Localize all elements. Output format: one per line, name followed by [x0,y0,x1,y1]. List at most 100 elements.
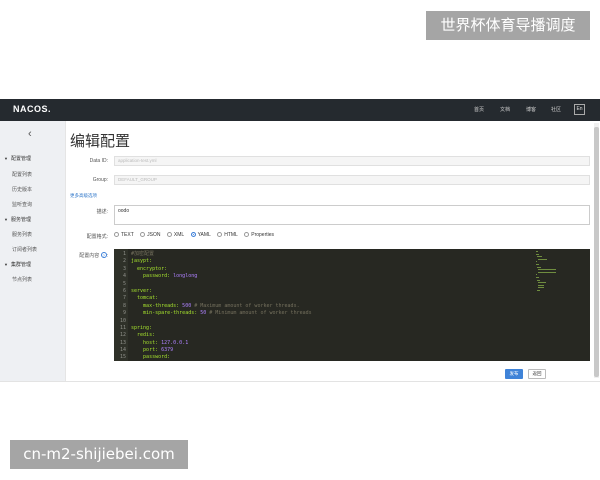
radio-label: XML [173,232,185,238]
sidebar-group-label: 服务管理 [10,217,31,223]
radio-circle-icon [217,232,223,237]
triangle-down-icon: ▼ [4,217,8,222]
group-field: DEFAULT_GROUP [114,175,590,185]
radio-circle-icon [166,232,172,237]
format-radio-group: TEXT JSON XML YAML HTML Properties [114,232,279,240]
token-key: host: [143,339,159,346]
sidebar-group-config[interactable]: ▼ 配置管理 [4,155,31,162]
publish-button[interactable]: 发布 [505,369,523,379]
radio-properties[interactable]: Properties [244,232,274,238]
code-line: 8 max-threads: 500 # Maximum amount of w… [114,303,534,310]
code-line: 9 min-spare-threads: 50 # Minimum amount… [114,310,534,317]
sidebar-group-label: 配置管理 [10,156,31,162]
minimap-line [536,261,537,263]
token-key: password: [143,354,171,361]
token-key: password: [143,273,171,280]
minimap-line [537,266,541,268]
minimap-line [537,279,541,281]
minimap-line [538,271,557,273]
sidebar-group-cluster[interactable]: ▼ 集群管理 [4,261,31,268]
minimap-line [537,256,542,258]
line-text: spring: [131,325,152,332]
line-number: 8 [122,302,126,309]
sidebar-item-listener-query[interactable]: 监听查询 [12,201,32,208]
back-button[interactable]: 返回 [528,369,546,379]
code-line: 4 password: longlong [114,273,534,280]
line-number: 12 [119,332,126,339]
radio-html[interactable]: HTML [217,232,238,238]
code-editor[interactable]: 1 #加密配置 2 jasypt: 3 encryptor: 4 password: lo… [114,249,590,361]
minimap-line [538,269,557,271]
description-textarea[interactable]: oodo [114,205,590,225]
radio-xml[interactable]: XML [166,232,185,238]
content-label-text: 配置内容 [79,253,100,259]
triangle-down-icon: ▼ [4,262,8,267]
radio-text[interactable]: TEXT [114,232,134,238]
line-text: redis: [131,332,155,339]
token-rest: 6379 [158,347,174,354]
editor-minimap[interactable] [536,251,557,311]
code-line: 3 encryptor: [114,266,534,273]
top-navbar: NACOS. 首页 文档 博客 社区 En [0,99,600,121]
radio-json[interactable]: JSON [140,232,161,238]
sidebar-item-service-list[interactable]: 服务列表 [12,231,32,238]
nav-link-home[interactable]: 首页 [474,106,484,113]
token-key: port: [143,347,159,354]
sidebar-item-subscribers[interactable]: 订阅者列表 [12,246,37,253]
page-scrollbar[interactable] [594,123,599,378]
radio-yaml[interactable]: YAML [190,232,211,238]
sidebar-item-config-list[interactable]: 配置列表 [12,171,32,178]
code-line: 2 jasypt: [114,258,534,265]
minimap-line [538,284,544,286]
token-key: min-spare-threads: [143,310,198,317]
data-id-label: Data ID: [89,158,108,164]
token-key: encryptor: [137,265,168,272]
nacos-logo[interactable]: NACOS. [13,104,51,114]
editor-code-area: 1 #加密配置 2 jasypt: 3 encryptor: 4 password: lo… [114,251,534,361]
line-text: password: longlong [131,273,197,280]
language-switch-button[interactable]: En [574,104,585,115]
radio-label: TEXT [121,232,134,238]
group-label: Group: [92,177,108,183]
code-line: 11 spring: [114,325,534,332]
code-line: 13 host: 127.0.0.1 [114,340,534,347]
code-line: 10 [114,318,534,325]
line-number: 2 [122,258,126,265]
code-line: 6 server: [114,288,534,295]
token-rest: 127.0.0.1 [158,339,189,346]
token-comment: # Minimum amount of worker threads [206,310,312,317]
line-text: max-threads: 500 # Maximum amount of wor… [131,303,300,310]
code-line: 12 redis: [114,332,534,339]
line-text: jasypt: [131,258,152,265]
chevron-left-icon[interactable]: ‹ [28,128,32,140]
token-rest: 50 [197,310,207,317]
minimap-line [536,263,539,265]
minimap-line [538,282,546,284]
line-number: 11 [119,324,126,331]
sidebar-item-history[interactable]: 历史版本 [12,186,32,193]
line-number: 4 [122,273,126,280]
radio-circle-icon [244,232,250,237]
token-key: spring: [131,324,153,331]
nav-link-docs[interactable]: 文档 [500,106,510,113]
minimap-line [536,276,539,278]
token-key: tomcat: [137,295,159,302]
nav-link-blog[interactable]: 博客 [526,106,536,113]
line-number: 6 [122,287,126,294]
sidebar-item-node-list[interactable]: 节点列表 [12,276,32,283]
minimap-line [536,274,537,276]
line-number: 9 [122,310,126,317]
sidebar-group-service[interactable]: ▼ 服务管理 [4,216,31,223]
line-number: 7 [122,295,126,302]
nav-link-community[interactable]: 社区 [551,106,561,113]
line-text: #加密配置 [131,251,154,258]
radio-selected-icon [190,232,196,237]
line-number: 13 [119,339,126,346]
scrollbar-thumb[interactable] [594,127,599,377]
more-advanced-options-link[interactable]: 更多高级选项 [70,193,97,199]
